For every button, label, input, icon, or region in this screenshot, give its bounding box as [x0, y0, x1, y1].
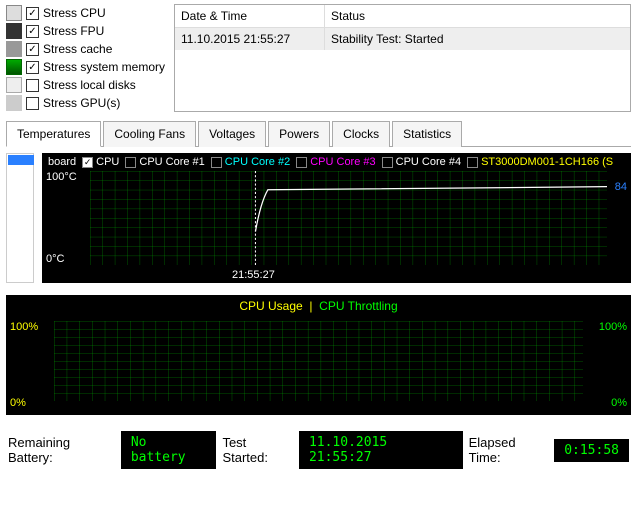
stress-option: ✓ Stress cache: [6, 40, 166, 58]
stress-label: Stress local disks: [43, 78, 136, 92]
sensor-selected: [8, 155, 34, 165]
stress-label: Stress GPU(s): [43, 96, 120, 110]
sensor-list[interactable]: [6, 153, 34, 283]
stress-options: ✓ Stress CPU ✓ Stress FPU ✓ Stress cache…: [6, 4, 166, 112]
stress-option: ✓ Stress FPU: [6, 22, 166, 40]
tab-cooling-fans[interactable]: Cooling Fans: [103, 121, 196, 147]
stress-cache-checkbox[interactable]: ✓: [26, 43, 39, 56]
stress-disk-checkbox[interactable]: [26, 79, 39, 92]
stress-option: ✓ Stress CPU: [6, 4, 166, 22]
temp-legend: board ✓CPU CPU Core #1 CPU Core #2 CPU C…: [42, 153, 631, 171]
log-cell-status: Stability Test: Started: [325, 28, 450, 50]
stress-memory-checkbox[interactable]: ✓: [26, 61, 39, 74]
y-axis-top-left: 100%: [10, 321, 38, 333]
tab-voltages[interactable]: Voltages: [198, 121, 266, 147]
stress-label: Stress system memory: [43, 60, 165, 74]
legend-checkbox: [211, 157, 222, 168]
x-axis-tick: 21:55:27: [232, 269, 275, 281]
tab-statistics[interactable]: Statistics: [392, 121, 462, 147]
legend-item[interactable]: CPU Core #3: [296, 156, 375, 168]
tab-powers[interactable]: Powers: [268, 121, 330, 147]
stress-label: Stress CPU: [43, 6, 106, 20]
legend-checkbox: [296, 157, 307, 168]
legend-checkbox: [382, 157, 393, 168]
legend-checkbox: ✓: [82, 157, 93, 168]
status-bar: Remaining Battery: No battery Test Start…: [0, 421, 637, 477]
current-value: 84: [615, 181, 627, 193]
legend-item[interactable]: CPU Core #1: [125, 156, 204, 168]
log-panel: Date & Time Status 11.10.2015 21:55:27 S…: [174, 4, 631, 112]
chart-tabs: Temperatures Cooling Fans Voltages Power…: [6, 120, 631, 147]
y-axis-bot: 0°C: [46, 253, 64, 265]
cache-icon: [6, 41, 22, 57]
battery-value: No battery: [121, 431, 217, 469]
chart2-title: CPU Usage | CPU Throttling: [6, 295, 631, 317]
stress-option: ✓ Stress system memory: [6, 58, 166, 76]
cpu-usage-chart: CPU Usage | CPU Throttling 100% 0% 100% …: [6, 295, 631, 415]
memory-icon: [6, 59, 22, 75]
started-value: 11.10.2015 21:55:27: [299, 431, 463, 469]
legend-item[interactable]: CPU Core #2: [211, 156, 290, 168]
log-cell-datetime: 11.10.2015 21:55:27: [175, 28, 325, 50]
stress-option: Stress local disks: [6, 76, 166, 94]
log-col-datetime[interactable]: Date & Time: [175, 5, 325, 27]
elapsed-label: Elapsed Time:: [469, 435, 549, 465]
y-axis-top-right: 100%: [599, 321, 627, 333]
fpu-icon: [6, 23, 22, 39]
legend-item[interactable]: ✓CPU: [82, 156, 119, 168]
stress-cpu-checkbox[interactable]: ✓: [26, 7, 39, 20]
log-row[interactable]: 11.10.2015 21:55:27 Stability Test: Star…: [175, 28, 630, 50]
stress-fpu-checkbox[interactable]: ✓: [26, 25, 39, 38]
tab-clocks[interactable]: Clocks: [332, 121, 390, 147]
usage-grid: [54, 321, 583, 401]
y-axis-top: 100°C: [46, 171, 77, 183]
legend-checkbox: [467, 157, 478, 168]
stress-gpu-checkbox[interactable]: [26, 97, 39, 110]
legend-item[interactable]: CPU Core #4: [382, 156, 461, 168]
temp-grid: [90, 171, 607, 265]
legend-item[interactable]: board: [48, 156, 76, 168]
log-col-status[interactable]: Status: [325, 5, 371, 27]
cpu-icon: [6, 5, 22, 21]
stress-label: Stress FPU: [43, 24, 104, 38]
battery-label: Remaining Battery:: [8, 435, 115, 465]
y-axis-bot-right: 0%: [611, 397, 627, 409]
y-axis-bot-left: 0%: [10, 397, 26, 409]
stress-label: Stress cache: [43, 42, 112, 56]
temperature-chart: board ✓CPU CPU Core #1 CPU Core #2 CPU C…: [42, 153, 631, 283]
disk-icon: [6, 77, 22, 93]
tab-temperatures[interactable]: Temperatures: [6, 121, 101, 147]
started-label: Test Started:: [222, 435, 293, 465]
elapsed-value: 0:15:58: [554, 439, 629, 462]
gpu-icon: [6, 95, 22, 111]
legend-item[interactable]: ST3000DM001-1CH166 (S: [467, 156, 613, 168]
legend-checkbox: [125, 157, 136, 168]
stress-option: Stress GPU(s): [6, 94, 166, 112]
